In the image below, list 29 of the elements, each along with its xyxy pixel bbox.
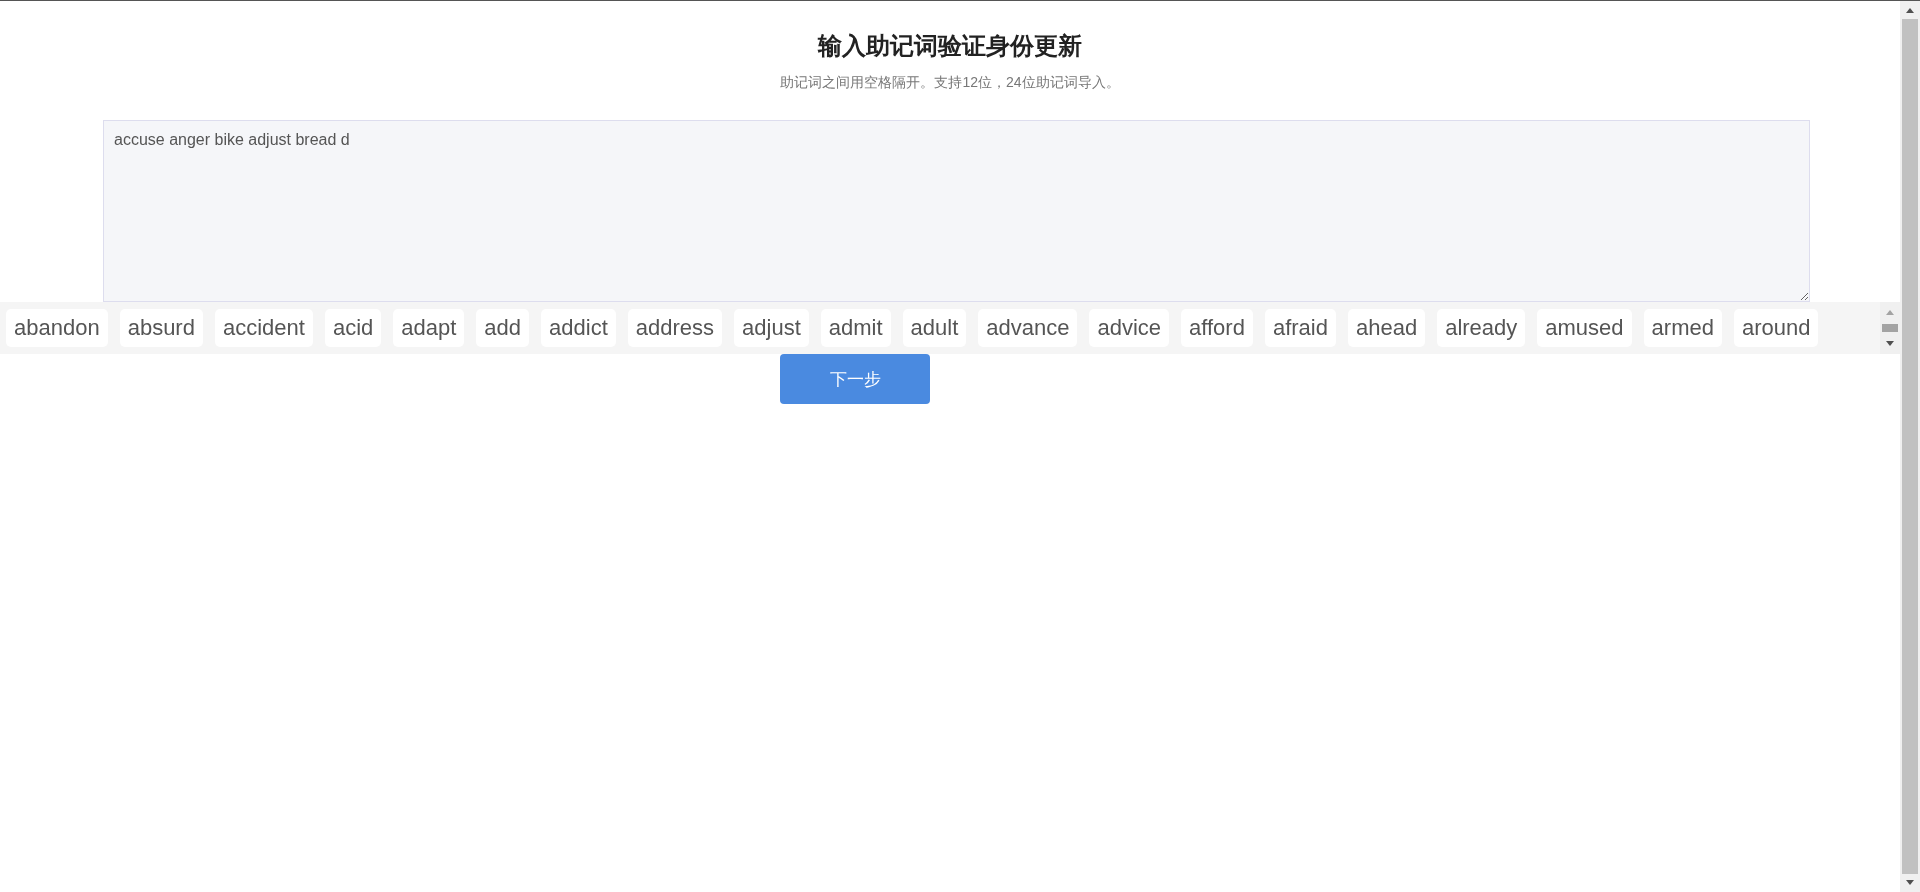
page-subtitle: 助记词之间用空格隔开。支持12位，24位助记词导入。: [780, 73, 1120, 92]
scrollbar[interactable]: [1880, 302, 1900, 354]
word-suggestion[interactable]: advice: [1089, 309, 1170, 347]
word-suggestion[interactable]: around: [1733, 309, 1819, 347]
word-suggestion[interactable]: acid: [324, 309, 382, 347]
next-button[interactable]: 下一步: [780, 354, 930, 404]
word-suggestion[interactable]: armed: [1643, 309, 1722, 347]
word-suggestion[interactable]: adjust: [734, 309, 809, 347]
word-suggestion[interactable]: admit: [820, 309, 891, 347]
word-suggestion[interactable]: advance: [978, 309, 1078, 347]
mnemonic-input[interactable]: accuse anger bike adjust bread d: [103, 120, 1810, 302]
word-suggestion[interactable]: ahead: [1347, 309, 1426, 347]
word-suggestion[interactable]: addict: [541, 309, 616, 347]
scrollbar-thumb[interactable]: [1882, 324, 1898, 332]
word-suggestion[interactable]: adapt: [393, 309, 465, 347]
page-scrollbar[interactable]: [1900, 1, 1920, 892]
word-suggestion[interactable]: already: [1437, 309, 1526, 347]
scrollbar-thumb[interactable]: [1902, 19, 1918, 874]
word-suggestion[interactable]: accident: [214, 309, 313, 347]
word-suggestion[interactable]: afraid: [1264, 309, 1336, 347]
word-suggestion[interactable]: abandon: [6, 309, 108, 347]
word-suggestion[interactable]: adult: [902, 309, 967, 347]
scroll-down-icon[interactable]: [1884, 340, 1896, 348]
word-suggestion[interactable]: absurd: [119, 309, 203, 347]
word-suggestion[interactable]: address: [627, 309, 723, 347]
word-suggestion[interactable]: amused: [1537, 309, 1632, 347]
word-suggestion[interactable]: afford: [1181, 309, 1253, 347]
page-title: 输入助记词验证身份更新: [818, 31, 1082, 61]
word-suggestion[interactable]: add: [476, 309, 530, 347]
